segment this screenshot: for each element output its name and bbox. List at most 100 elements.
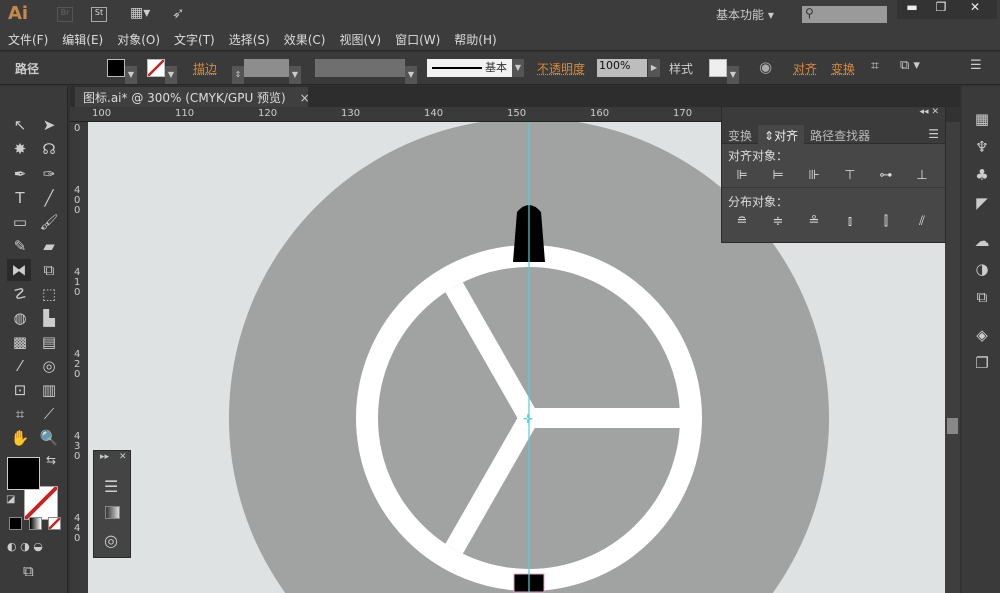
recolor-artwork-icon[interactable]: ◉ [759, 58, 772, 76]
pencil-tool-icon[interactable]: ✎ [8, 235, 32, 257]
vertical-ruler[interactable]: 0 400 410 420 430 440 [70, 122, 88, 593]
color-mode-button[interactable] [9, 517, 22, 530]
distribute-hcenter-icon[interactable]: ⫿ [868, 214, 904, 229]
type-tool-icon[interactable]: T [8, 187, 32, 209]
close-tab-button[interactable]: × [300, 91, 310, 105]
menu-select[interactable]: 选择(S) [229, 33, 270, 47]
scroll-thumb[interactable] [947, 418, 958, 434]
artboards-icon[interactable]: ❐ [972, 354, 992, 374]
style-dropdown[interactable]: ▼ [727, 66, 739, 84]
cc-libraries-icon[interactable]: ☁ [972, 232, 992, 252]
eraser-tool-icon[interactable]: ▰ [37, 235, 61, 257]
swap-colors-icon[interactable]: ⇆ [46, 453, 56, 467]
graphic-styles-icon[interactable]: ◤ [972, 194, 992, 214]
align-left-icon[interactable]: ⊫ [724, 168, 760, 183]
variable-width-profile[interactable] [315, 59, 405, 77]
column-graph-tool-icon[interactable]: ▥ [37, 379, 61, 401]
arrange-documents-icon[interactable]: ▦▾ [130, 5, 150, 21]
restore-button[interactable]: ❐ [927, 0, 955, 19]
collapse-panel-icon[interactable]: ◂◂ [920, 107, 929, 117]
shape-builder-tool-icon[interactable]: ◍ [8, 307, 32, 329]
symbols-icon[interactable]: ♣ [972, 166, 992, 186]
brush-definition[interactable]: 基本 [427, 59, 512, 77]
distribute-top-icon[interactable]: ≘ [724, 214, 760, 229]
select-similar-icon[interactable]: ⧉ ▾ [900, 58, 920, 73]
gradient-mode-button[interactable] [29, 517, 42, 530]
hand-tool-icon[interactable]: ✋ [8, 427, 32, 449]
menu-view[interactable]: 视图(V) [339, 33, 381, 47]
opacity-arrow[interactable]: ▶ [648, 59, 660, 77]
none-mode-button[interactable] [48, 517, 61, 530]
menu-type[interactable]: 文字(T) [174, 33, 215, 47]
minimize-button[interactable]: ▬ [897, 0, 927, 19]
menu-help[interactable]: 帮助(H) [454, 33, 496, 47]
asset-export-icon[interactable]: ⧉ [972, 288, 992, 308]
transform-link[interactable]: 变换 [831, 60, 855, 77]
opacity-label[interactable]: 不透明度 [537, 60, 585, 77]
distribute-right-icon[interactable]: ⫽ [904, 214, 940, 229]
swatches-icon[interactable]: ▦ [972, 110, 992, 130]
document-tab[interactable]: 图标.ai* @ 300% (CMYK/GPU 预览) × [75, 87, 310, 107]
align-link[interactable]: 对齐 [793, 60, 817, 77]
align-top-icon[interactable]: ⊤ [832, 168, 868, 183]
fill-dropdown[interactable]: ▼ [125, 66, 137, 84]
distribute-vcenter-icon[interactable]: ≑ [760, 214, 796, 229]
brushes-icon[interactable]: ♆ [972, 138, 992, 158]
distribute-bottom-icon[interactable]: ≗ [796, 214, 832, 229]
layers-icon[interactable]: ◈ [972, 326, 992, 346]
stroke-color-box[interactable] [24, 486, 58, 520]
paintbrush-tool-icon[interactable]: 🖌 [37, 211, 61, 233]
align-right-icon[interactable]: ⊪ [796, 168, 832, 183]
fill-color-box[interactable] [7, 457, 40, 490]
default-colors-icon[interactable]: ◪ [6, 494, 15, 505]
distribute-left-icon[interactable]: ⫾ [832, 214, 868, 229]
mesh-tool-icon[interactable]: ▩ [8, 331, 32, 353]
align-hcenter-icon[interactable]: ⊨ [760, 168, 796, 183]
search-input[interactable]: ⚲ [802, 6, 887, 23]
panel-menu-icon[interactable]: ☰ [922, 125, 945, 143]
close-window-button[interactable]: ✕ [955, 0, 995, 19]
magic-wand-tool-icon[interactable]: ✸ [8, 138, 32, 160]
menu-file[interactable]: 文件(F) [8, 33, 48, 47]
zoom-tool-icon[interactable]: 🔍 [37, 427, 61, 449]
artboard-tool-icon[interactable]: ⌗ [8, 403, 32, 425]
appearance-icon[interactable]: ◑ [972, 260, 992, 280]
gradient-tool-icon[interactable]: ▤ [37, 331, 61, 353]
expand-icon[interactable]: ▸▸ [100, 452, 109, 462]
lasso-tool-icon[interactable]: ☊ [37, 138, 61, 160]
menu-window[interactable]: 窗口(W) [395, 33, 440, 47]
scale-tool-icon[interactable]: ⧉ [37, 259, 61, 281]
warp-tool-icon[interactable]: ☡ [8, 283, 32, 305]
align-vcenter-icon[interactable]: ⊶ [868, 168, 904, 183]
rectangle-tool-icon[interactable]: ▭ [8, 211, 32, 233]
menu-edit[interactable]: 编辑(E) [62, 33, 103, 47]
direct-selection-tool-icon[interactable]: ➤ [37, 114, 61, 136]
align-bottom-icon[interactable]: ⊥ [904, 168, 940, 183]
stroke-panel-icon[interactable]: ☰ [104, 477, 118, 496]
menu-object[interactable]: 对象(O) [117, 33, 160, 47]
menu-effect[interactable]: 效果(C) [284, 33, 326, 47]
symbol-sprayer-tool-icon[interactable]: ⊡ [8, 379, 32, 401]
profile-dropdown[interactable]: ▼ [405, 66, 417, 84]
gradient-panel-icon[interactable] [105, 506, 120, 519]
draw-modes[interactable]: ◐ ◑ ◒ [7, 540, 63, 556]
stroke-swatch[interactable] [147, 59, 165, 77]
tab-align[interactable]: ⇕对齐 [758, 125, 805, 146]
close-panel-icon[interactable]: ✕ [931, 107, 939, 117]
blend-tool-icon[interactable]: ◎ [37, 355, 61, 377]
panel-menu-icon[interactable]: ☰ [970, 58, 982, 73]
eyedropper-tool-icon[interactable]: ⁄ [8, 355, 32, 377]
slice-tool-icon[interactable]: ⟋ [37, 403, 61, 425]
screen-mode-icon[interactable]: ⧉ [23, 562, 34, 580]
tab-pathfinder[interactable]: 路径查找器 [804, 125, 876, 146]
stroke-dropdown[interactable]: ▼ [165, 66, 177, 84]
gpu-rocket-icon[interactable]: ➶ [172, 4, 185, 22]
tab-transform[interactable]: 变换 [722, 125, 758, 146]
opacity-input[interactable]: 100% [597, 59, 647, 77]
free-transform-tool-icon[interactable]: ⬚ [37, 283, 61, 305]
vertical-scrollbar[interactable] [945, 122, 960, 593]
stock-button[interactable]: St [91, 7, 107, 22]
workspace-switcher[interactable]: 基本功能 ▾ [716, 6, 774, 23]
pen-tool-icon[interactable]: ✒ [8, 163, 32, 185]
line-tool-icon[interactable]: ╱ [37, 187, 61, 209]
